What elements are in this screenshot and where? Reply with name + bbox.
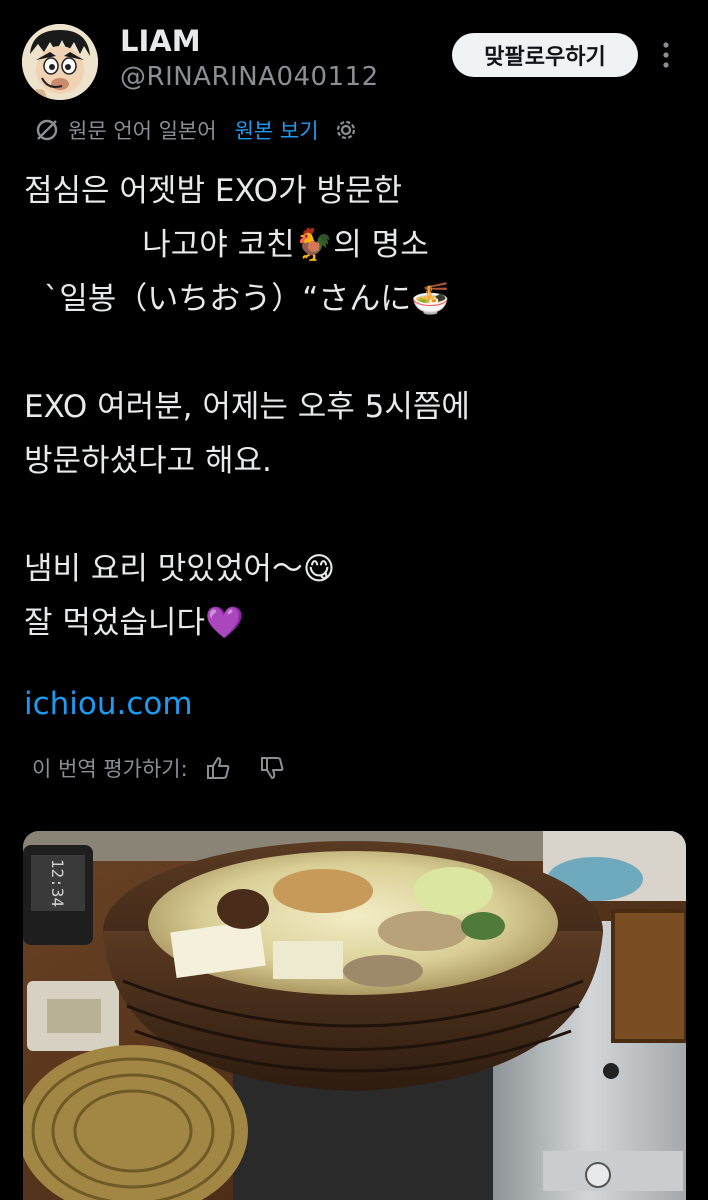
show-original-link[interactable]: 원본 보기 xyxy=(235,115,319,145)
tweet-photo[interactable]: 12:34 xyxy=(23,831,686,1200)
avatar-illustration xyxy=(22,24,98,100)
user-handle[interactable]: @RINARINA040112 xyxy=(120,62,379,92)
clock-display: 12:34 xyxy=(48,859,67,907)
translate-off-icon xyxy=(36,119,58,141)
tweet-text: 점심은 어젯밤 EXO가 방문한 나고야 코친🐓의 명소 ˋ일봉（いちおう）“さ… xyxy=(24,173,470,641)
thumbs-up-icon[interactable] xyxy=(204,754,232,782)
gear-icon[interactable] xyxy=(333,117,359,143)
display-name[interactable]: LIAM xyxy=(120,24,201,58)
more-icon[interactable] xyxy=(656,40,676,70)
avatar[interactable] xyxy=(22,24,98,100)
thumbs-down-icon[interactable] xyxy=(258,754,286,782)
rate-translation-label: 이 번역 평가하기: xyxy=(32,757,188,781)
tweet-link[interactable]: ichiou.com xyxy=(24,686,193,722)
follow-back-button[interactable]: 맞팔로우하기 xyxy=(452,33,638,77)
rate-translation-row: 이 번역 평가하기: xyxy=(32,752,286,784)
translation-info-row: 원문 언어 일본어 원본 보기 xyxy=(34,114,359,146)
source-language-label: 원문 언어 일본어 xyxy=(68,119,217,143)
hotpot-photo-image: 12:34 xyxy=(23,831,686,1200)
